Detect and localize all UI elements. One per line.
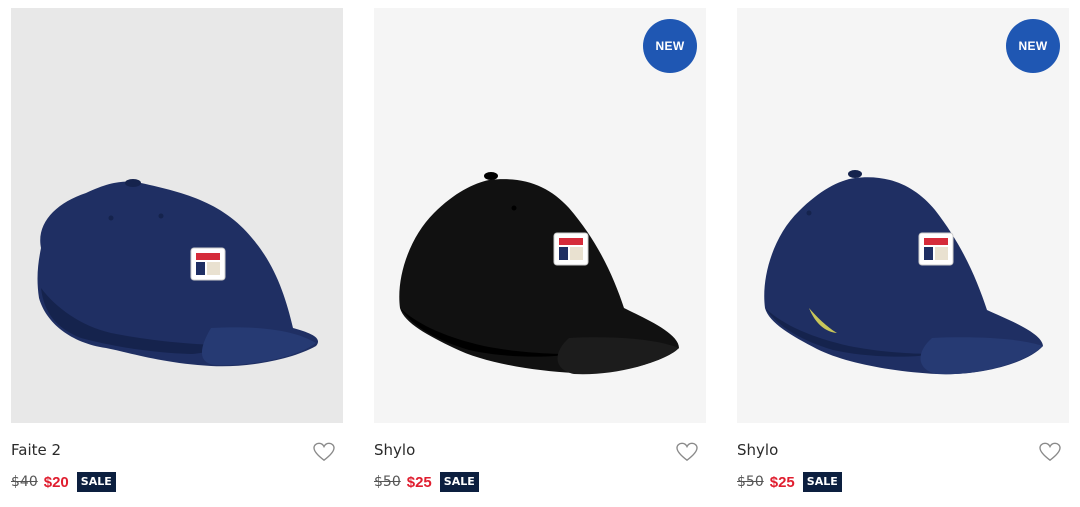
sale-price: $25 (769, 473, 795, 491)
price-row: $50 $25 SALE (737, 471, 842, 493)
product-grid: Faite 2 $40 $20 SALE NEW Shylo $50 $25 S… (11, 8, 1071, 498)
sale-price: $25 (406, 473, 432, 491)
sale-tag: SALE (76, 472, 116, 492)
price-row: $50 $25 SALE (374, 471, 479, 493)
heart-icon[interactable] (313, 442, 335, 462)
heart-icon[interactable] (676, 442, 698, 462)
original-price: $50 (374, 474, 401, 490)
product-name[interactable]: Shylo (374, 441, 415, 459)
product-name[interactable]: Faite 2 (11, 441, 61, 459)
original-price: $50 (737, 474, 764, 490)
product-image[interactable] (11, 8, 343, 423)
new-badge: NEW (1006, 19, 1060, 73)
product-card: NEW Shylo $50 $25 SALE (737, 8, 1069, 498)
new-badge: NEW (643, 19, 697, 73)
sale-tag: SALE (802, 472, 842, 492)
product-card: Faite 2 $40 $20 SALE (11, 8, 343, 498)
cap-image (37, 179, 319, 367)
product-image[interactable]: NEW (374, 8, 706, 423)
sale-price: $20 (43, 473, 69, 491)
original-price: $40 (11, 474, 38, 490)
product-image[interactable]: NEW (737, 8, 1069, 423)
heart-icon[interactable] (1039, 442, 1061, 462)
cap-image (764, 170, 1043, 375)
product-card: NEW Shylo $50 $25 SALE (374, 8, 706, 498)
sale-tag: SALE (439, 472, 479, 492)
product-name[interactable]: Shylo (737, 441, 778, 459)
price-row: $40 $20 SALE (11, 471, 116, 493)
cap-image (399, 172, 679, 375)
